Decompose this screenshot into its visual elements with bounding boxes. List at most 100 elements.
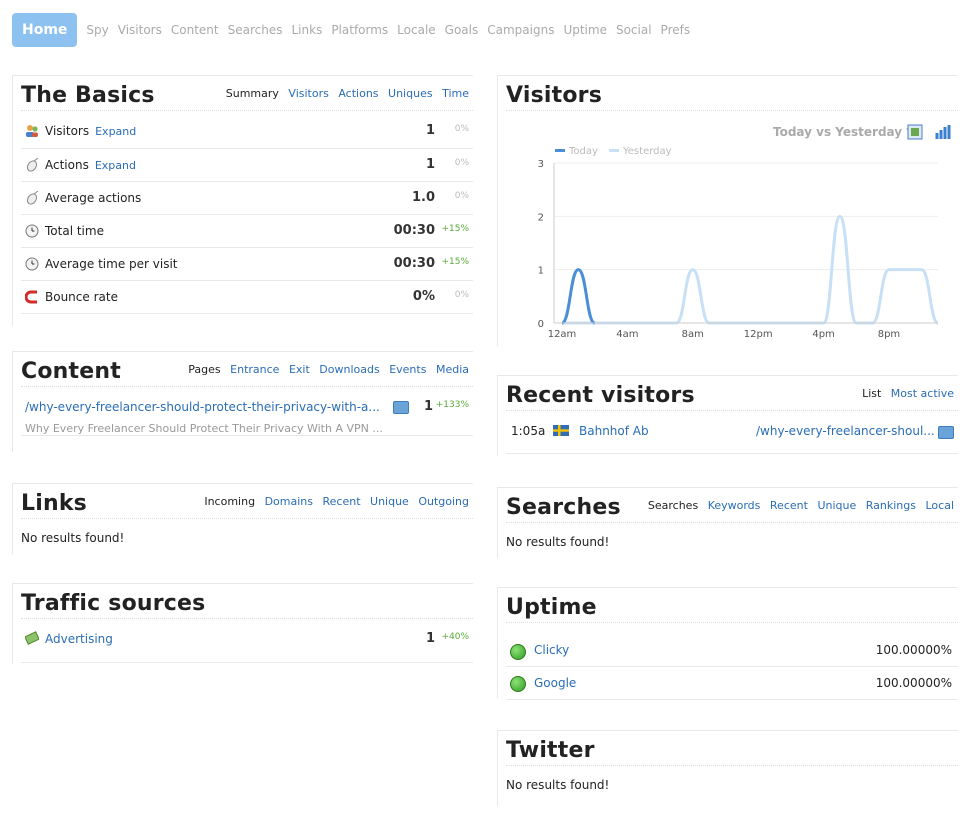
series-line-today bbox=[561, 268, 596, 325]
content-title: Content bbox=[21, 359, 121, 384]
uptime-clicky-value: 100.00000% bbox=[875, 643, 952, 657]
nav-searches[interactable]: Searches bbox=[228, 23, 283, 37]
uptime-header: Uptime bbox=[506, 588, 958, 623]
external-link-icon[interactable] bbox=[393, 401, 409, 414]
uptime-clicky-link[interactable]: Clicky bbox=[534, 643, 569, 657]
tab-pages[interactable]: Pages bbox=[188, 363, 220, 376]
x-tick-label: 8am bbox=[682, 329, 704, 340]
visitor-page-link[interactable]: /why-every-freelancer-shoul... bbox=[756, 424, 935, 438]
basics-value: 00:30 bbox=[393, 223, 435, 238]
basics-value: 0% bbox=[412, 289, 435, 304]
nav-content[interactable]: Content bbox=[171, 23, 219, 37]
basics-label: Visitors bbox=[45, 124, 90, 138]
tab-unique[interactable]: Unique bbox=[370, 495, 409, 508]
tab-incoming[interactable]: Incoming bbox=[204, 495, 255, 508]
actions-icon bbox=[26, 191, 39, 205]
tab-most-active[interactable]: Most active bbox=[891, 387, 954, 400]
basics-row-avg-time: Average time per visit 00:30 +15% bbox=[21, 248, 473, 281]
tab-outgoing[interactable]: Outgoing bbox=[418, 495, 469, 508]
twitter-title: Twitter bbox=[506, 738, 595, 763]
basics-header: The Basics Summary Visitors Actions Uniq… bbox=[21, 76, 473, 111]
visitors-panel: Visitors Today vs Yesterday ▼ Today Yest… bbox=[497, 75, 958, 346]
basics-tabs: Summary Visitors Actions Uniques Time bbox=[220, 87, 469, 100]
basics-change: 0% bbox=[454, 290, 469, 300]
nav-uptime[interactable]: Uptime bbox=[563, 23, 607, 37]
basics-label: Bounce rate bbox=[45, 290, 118, 304]
tab-unique[interactable]: Unique bbox=[817, 499, 856, 512]
searches-title: Searches bbox=[506, 495, 621, 520]
tab-list[interactable]: List bbox=[862, 387, 881, 400]
nav-goals[interactable]: Goals bbox=[445, 23, 479, 37]
tab-uniques[interactable]: Uniques bbox=[388, 87, 433, 100]
searches-tabs: Searches Keywords Recent Unique Rankings… bbox=[642, 499, 954, 512]
nav-spy[interactable]: Spy bbox=[86, 23, 108, 37]
tab-rankings[interactable]: Rankings bbox=[866, 499, 916, 512]
twitter-panel: Twitter No results found! bbox=[497, 730, 958, 806]
recent-header: Recent visitors List Most active bbox=[506, 376, 958, 411]
visitor-org-link[interactable]: Bahnhof Ab bbox=[579, 424, 649, 438]
nav-campaigns[interactable]: Campaigns bbox=[487, 23, 554, 37]
searches-empty: No results found! bbox=[506, 535, 610, 549]
nav-visitors[interactable]: Visitors bbox=[118, 23, 162, 37]
tab-recent[interactable]: Recent bbox=[322, 495, 360, 508]
tab-recent[interactable]: Recent bbox=[770, 499, 808, 512]
basics-row-bounce: Bounce rate 0% 0% bbox=[21, 281, 473, 314]
tab-media[interactable]: Media bbox=[436, 363, 469, 376]
uptime-panel: Uptime Clicky 100.00000% Google 100.0000… bbox=[497, 587, 958, 700]
content-page-link[interactable]: /why-every-freelancer-should-protect-the… bbox=[25, 400, 380, 414]
status-up-icon bbox=[510, 644, 526, 660]
nav-locale[interactable]: Locale bbox=[397, 23, 435, 37]
nav-platforms[interactable]: Platforms bbox=[331, 23, 388, 37]
bar-chart-icon[interactable] bbox=[934, 124, 951, 140]
expand-link[interactable]: Expand bbox=[95, 159, 136, 172]
traffic-title: Traffic sources bbox=[21, 591, 206, 616]
tab-time[interactable]: Time bbox=[442, 87, 469, 100]
sweden-flag-icon bbox=[553, 425, 569, 436]
tab-keywords[interactable]: Keywords bbox=[708, 499, 761, 512]
traffic-value: 1 bbox=[425, 631, 435, 646]
tab-visitors[interactable]: Visitors bbox=[288, 87, 328, 100]
twitter-empty: No results found! bbox=[506, 778, 610, 792]
recent-title: Recent visitors bbox=[506, 383, 695, 408]
uptime-google-link[interactable]: Google bbox=[534, 676, 576, 690]
nav-home[interactable]: Home bbox=[12, 13, 78, 47]
advertising-link[interactable]: Advertising bbox=[45, 632, 113, 646]
basics-value: 1 bbox=[425, 157, 435, 172]
export-icon[interactable] bbox=[907, 124, 923, 140]
nav-prefs[interactable]: Prefs bbox=[661, 23, 691, 37]
links-header: Links Incoming Domains Recent Unique Out… bbox=[21, 484, 473, 519]
basics-value: 1 bbox=[425, 123, 435, 138]
tab-domains[interactable]: Domains bbox=[265, 495, 313, 508]
visitors-chart: Today Yesterday 0 1 2 3 12am 4am 8am 12pm 4pm 8pm bbox=[538, 146, 938, 340]
basics-label: Average actions bbox=[45, 191, 142, 205]
tab-actions[interactable]: Actions bbox=[338, 87, 378, 100]
tab-local[interactable]: Local bbox=[925, 499, 954, 512]
compare-dropdown[interactable]: Today vs Yesterday ▼ bbox=[773, 125, 916, 139]
uptime-google-value: 100.00000% bbox=[875, 676, 952, 690]
twitter-header: Twitter bbox=[506, 731, 958, 766]
external-link-icon[interactable] bbox=[938, 426, 954, 439]
basics-row-visitors: Visitors Expand 1 0% bbox=[21, 115, 473, 149]
bounce-icon bbox=[25, 290, 37, 304]
nav-links[interactable]: Links bbox=[291, 23, 322, 37]
y-tick-label: 1 bbox=[538, 266, 544, 277]
basics-change: 0% bbox=[454, 124, 469, 134]
basics-change: 0% bbox=[454, 191, 469, 201]
basics-row-actions: Actions Expand 1 0% bbox=[21, 149, 473, 182]
tab-events[interactable]: Events bbox=[389, 363, 426, 376]
tab-summary[interactable]: Summary bbox=[226, 87, 279, 100]
tab-searches[interactable]: Searches bbox=[648, 499, 698, 512]
x-tick-label: 12am bbox=[548, 329, 577, 340]
nav-social[interactable]: Social bbox=[616, 23, 652, 37]
links-title: Links bbox=[21, 491, 87, 516]
legend-today-swatch bbox=[555, 149, 565, 152]
basics-label: Total time bbox=[45, 224, 104, 238]
tab-exit[interactable]: Exit bbox=[289, 363, 310, 376]
visitors-icon bbox=[26, 125, 38, 137]
basics-label: Average time per visit bbox=[45, 257, 178, 271]
expand-link[interactable]: Expand bbox=[95, 125, 136, 138]
tab-entrance[interactable]: Entrance bbox=[230, 363, 279, 376]
tab-downloads[interactable]: Downloads bbox=[319, 363, 379, 376]
basics-change: +15% bbox=[441, 257, 469, 267]
status-up-icon bbox=[510, 676, 526, 692]
